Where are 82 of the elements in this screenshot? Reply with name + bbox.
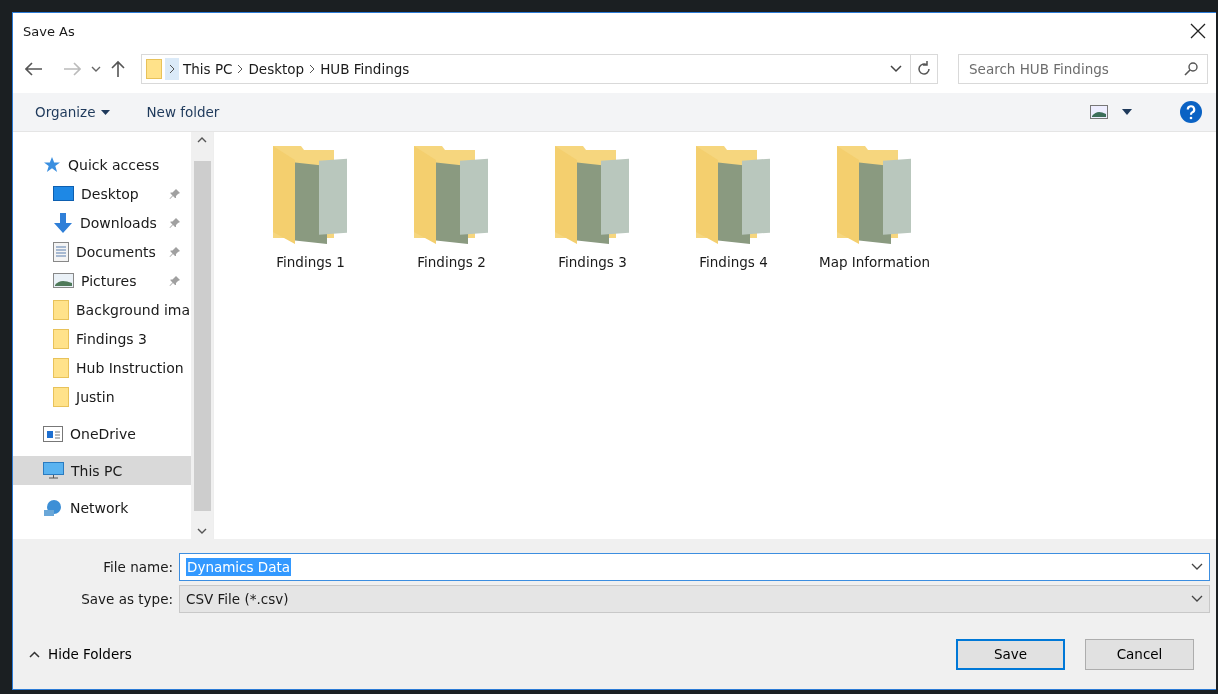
nav-item[interactable]: Quick access (13, 150, 191, 179)
nav-item[interactable]: This PC (13, 456, 191, 485)
dropdown-caret-icon[interactable] (1191, 594, 1203, 603)
close-icon (1190, 23, 1206, 39)
address-bar[interactable]: This PC Desktop HUB Findings (141, 54, 938, 84)
folder-icon (53, 386, 69, 407)
breadcrumb-item[interactable]: Desktop (244, 61, 309, 77)
nav-item[interactable]: Background ima (13, 295, 191, 324)
search-icon (1184, 62, 1198, 76)
save-as-type-dropdown[interactable]: CSV File (*.csv) (179, 584, 1210, 613)
nav-item[interactable]: Justin (13, 382, 191, 411)
monitor-icon (53, 186, 74, 201)
folder-item[interactable]: Findings 2 (395, 146, 508, 270)
computer-icon (43, 462, 64, 479)
scrollbar-thumb[interactable] (193, 160, 211, 511)
nav-item-label: This PC (71, 462, 123, 479)
nav-item-label: Downloads (80, 214, 157, 231)
nav-item-label: Hub Instruction (76, 359, 184, 376)
folder-icon (53, 357, 69, 378)
scroll-up-icon[interactable] (197, 136, 207, 144)
help-icon (1180, 101, 1202, 123)
new-folder-button[interactable]: New folder (146, 104, 220, 120)
nav-item-label: OneDrive (70, 425, 136, 442)
folder-item[interactable]: Findings 3 (536, 146, 649, 270)
folder-item[interactable]: Findings 4 (677, 146, 790, 270)
chevron-up-icon (29, 650, 40, 658)
nav-item-label: Documents (76, 243, 156, 260)
folder-name: Findings 2 (417, 254, 486, 270)
dropdown-caret-icon[interactable] (1191, 562, 1203, 571)
nav-item-label: Findings 3 (76, 330, 147, 347)
file-name-label: File name: (102, 558, 174, 575)
cancel-button[interactable]: Cancel (1085, 638, 1194, 670)
nav-item-label: Justin (76, 388, 115, 405)
breadcrumb-item[interactable]: HUB Findings (316, 61, 414, 77)
up-button[interactable] (109, 58, 127, 80)
hide-folders-button[interactable]: Hide Folders (29, 646, 132, 662)
globe-icon (43, 498, 63, 517)
nav-item[interactable]: Network (13, 493, 191, 522)
document-icon (53, 241, 69, 262)
window-icon (43, 425, 63, 442)
picture-icon (53, 273, 74, 288)
dropdown-caret-icon[interactable] (890, 65, 902, 73)
save-as-type-label: Save as type: (80, 590, 174, 607)
caret-icon (101, 109, 111, 115)
folder-item[interactable]: Map Information (818, 146, 931, 270)
nav-item[interactable]: OneDrive (13, 419, 191, 448)
nav-item[interactable]: Documents (13, 237, 191, 266)
chevron-icon (236, 64, 245, 74)
nav-item-label: Background ima (76, 301, 191, 318)
scroll-down-icon[interactable] (197, 527, 207, 535)
folder-name: Map Information (819, 254, 930, 270)
folder-name: Findings 4 (699, 254, 768, 270)
organize-button[interactable]: Organize (35, 104, 111, 120)
nav-item-label: Pictures (81, 272, 137, 289)
breadcrumb-item[interactable]: This PC (179, 61, 237, 77)
nav-item[interactable]: Hub Instruction (13, 353, 191, 382)
chevron-icon (165, 58, 179, 80)
nav-item[interactable]: Desktop (13, 179, 191, 208)
window-title: Save As (23, 23, 75, 39)
chevron-icon (308, 64, 317, 74)
nav-item[interactable]: Pictures (13, 266, 191, 295)
star-icon (43, 156, 61, 173)
nav-item-label: Quick access (68, 156, 160, 173)
view-options-button[interactable] (1088, 103, 1134, 121)
nav-item[interactable]: Findings 3 (13, 324, 191, 353)
folder-name: Findings 3 (558, 254, 627, 270)
help-button[interactable] (1178, 99, 1204, 125)
folder-name: Findings 1 (276, 254, 345, 270)
back-button[interactable] (23, 60, 45, 78)
folder-item[interactable]: Findings 1 (254, 146, 367, 270)
folder-icon (53, 299, 69, 320)
nav-item-label: Network (70, 499, 129, 516)
folder-icon (53, 328, 69, 349)
picture-icon (1090, 105, 1108, 119)
caret-icon (1122, 109, 1132, 115)
save-button[interactable]: Save (956, 638, 1065, 670)
search-field[interactable]: Search HUB Findings (958, 54, 1208, 84)
down-arrow-icon (53, 212, 73, 233)
folder-icon (146, 59, 162, 79)
nav-item[interactable]: Downloads (13, 208, 191, 237)
nav-item-label: Desktop (81, 185, 139, 202)
scrollbar[interactable] (191, 132, 213, 539)
